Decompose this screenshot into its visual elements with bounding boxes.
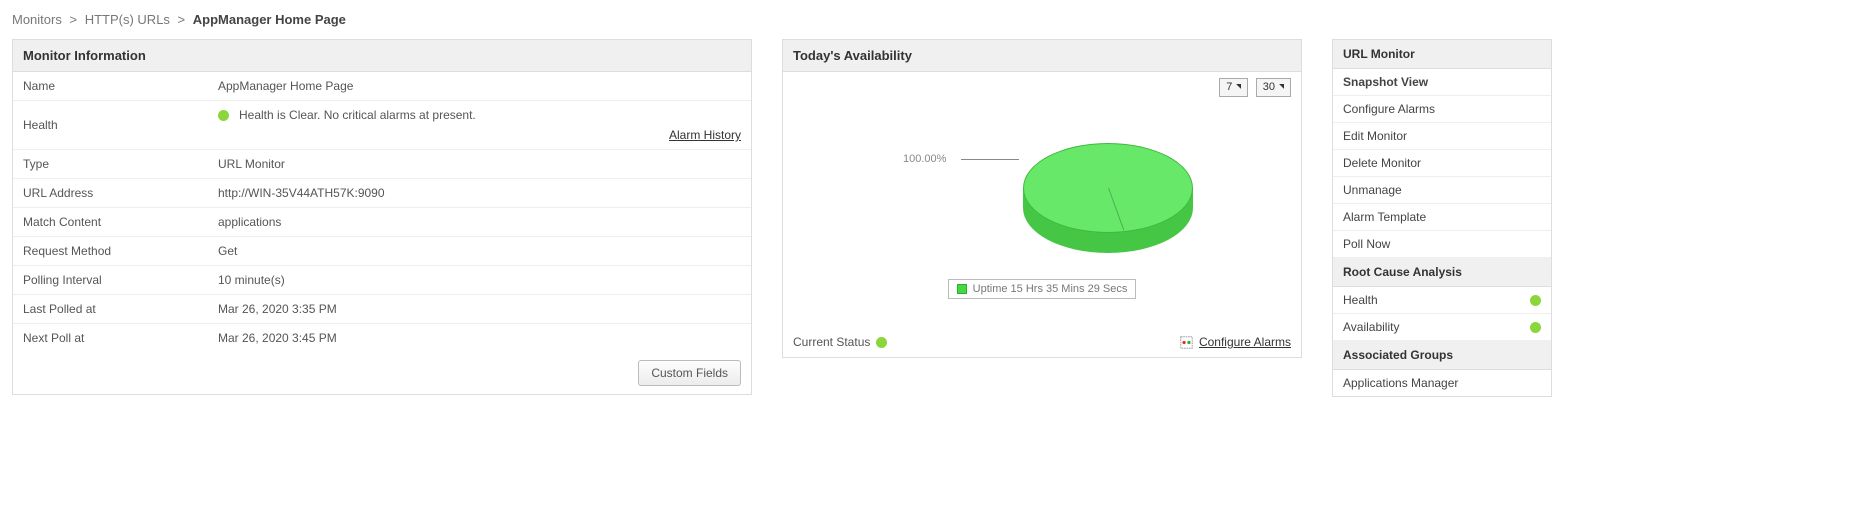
chart-legend: Uptime 15 Hrs 35 Mins 29 Secs: [948, 279, 1137, 299]
sidebar-item-configure-alarms[interactable]: Configure Alarms: [1333, 96, 1551, 123]
sidebar-item-label: Alarm Template: [1343, 210, 1426, 224]
corner-arrow-icon: [1234, 84, 1241, 91]
sidebar-title: URL Monitor: [1333, 40, 1551, 69]
sidebar: URL Monitor Snapshot View Configure Alar…: [1332, 39, 1552, 397]
sidebar-rca-header: Root Cause Analysis: [1333, 258, 1551, 287]
corner-arrow-icon: [1277, 84, 1284, 91]
current-status-label: Current Status: [793, 335, 870, 349]
legend-text: Uptime 15 Hrs 35 Mins 29 Secs: [973, 283, 1128, 295]
polling-interval-value: 10 minute(s): [208, 266, 751, 295]
availability-chart: 100.00% Uptime 15 Hrs 35 Mins 29 Secs: [783, 97, 1301, 327]
sidebar-item-snapshot-view[interactable]: Snapshot View: [1333, 69, 1551, 96]
name-label: Name: [13, 72, 208, 101]
breadcrumb-link-http-urls[interactable]: HTTP(s) URLs: [85, 12, 170, 27]
sidebar-group-applications-manager[interactable]: Applications Manager: [1333, 370, 1551, 396]
custom-fields-button[interactable]: Custom Fields: [638, 360, 741, 386]
sidebar-item-poll-now[interactable]: Poll Now: [1333, 231, 1551, 258]
health-label: Health: [13, 101, 208, 150]
sidebar-item-label: Snapshot View: [1343, 75, 1428, 89]
health-cell: Health is Clear. No critical alarms at p…: [208, 101, 751, 150]
request-method-label: Request Method: [13, 237, 208, 266]
sidebar-rca-health[interactable]: Health: [1333, 287, 1551, 314]
status-dot-icon: [1530, 322, 1541, 333]
sidebar-item-label: Unmanage: [1343, 183, 1402, 197]
url-value: http://WIN-35V44ATH57K:9090: [208, 179, 751, 208]
range-7-button[interactable]: 7: [1219, 78, 1248, 97]
last-polled-label: Last Polled at: [13, 295, 208, 324]
sidebar-rca-availability[interactable]: Availability: [1333, 314, 1551, 341]
sidebar-item-label: Configure Alarms: [1343, 102, 1435, 116]
availability-panel: Today's Availability 7 30 100.00%: [782, 39, 1302, 358]
url-label: URL Address: [13, 179, 208, 208]
configure-alarms-link[interactable]: Configure Alarms: [1199, 335, 1291, 349]
availability-header: Today's Availability: [783, 40, 1301, 72]
last-polled-value: Mar 26, 2020 3:35 PM: [208, 295, 751, 324]
next-poll-label: Next Poll at: [13, 324, 208, 353]
status-dot-icon: [1530, 295, 1541, 306]
sidebar-item-unmanage[interactable]: Unmanage: [1333, 177, 1551, 204]
range-7-label: 7: [1226, 80, 1232, 95]
sidebar-groups-header: Associated Groups: [1333, 341, 1551, 370]
sidebar-item-label: Edit Monitor: [1343, 129, 1407, 143]
breadcrumb-current: AppManager Home Page: [193, 12, 346, 27]
monitor-info-header: Monitor Information: [13, 40, 751, 72]
current-status-dot-icon: [876, 337, 887, 348]
breadcrumb-link-monitors[interactable]: Monitors: [12, 12, 62, 27]
pie-leader-line: [961, 159, 1019, 160]
alarm-history-link[interactable]: Alarm History: [669, 128, 741, 142]
polling-interval-label: Polling Interval: [13, 266, 208, 295]
request-method-value: Get: [208, 237, 751, 266]
monitor-info-panel: Monitor Information Name AppManager Home…: [12, 39, 752, 395]
match-content-value: applications: [208, 208, 751, 237]
next-poll-value: Mar 26, 2020 3:45 PM: [208, 324, 751, 353]
sidebar-item-label: Poll Now: [1343, 237, 1390, 251]
sidebar-item-alarm-template[interactable]: Alarm Template: [1333, 204, 1551, 231]
breadcrumb-sep: >: [69, 12, 77, 27]
sidebar-item-edit-monitor[interactable]: Edit Monitor: [1333, 123, 1551, 150]
health-value: Health is Clear. No critical alarms at p…: [239, 108, 476, 122]
sidebar-item-label: Delete Monitor: [1343, 156, 1421, 170]
sidebar-item-label: Availability: [1343, 320, 1399, 334]
breadcrumb-sep: >: [178, 12, 186, 27]
range-30-button[interactable]: 30: [1256, 78, 1291, 97]
sidebar-item-delete-monitor[interactable]: Delete Monitor: [1333, 150, 1551, 177]
match-content-label: Match Content: [13, 208, 208, 237]
type-value: URL Monitor: [208, 150, 751, 179]
range-30-label: 30: [1263, 80, 1275, 95]
pie-icon: [1023, 143, 1193, 253]
pie-percent-label: 100.00%: [903, 153, 946, 165]
alarm-config-icon: [1180, 336, 1193, 349]
legend-swatch-icon: [957, 284, 967, 294]
sidebar-item-label: Health: [1343, 293, 1378, 307]
health-status-dot-icon: [218, 110, 229, 121]
name-value: AppManager Home Page: [208, 72, 751, 101]
type-label: Type: [13, 150, 208, 179]
breadcrumb: Monitors > HTTP(s) URLs > AppManager Hom…: [12, 12, 1842, 27]
sidebar-item-label: Applications Manager: [1343, 376, 1458, 390]
